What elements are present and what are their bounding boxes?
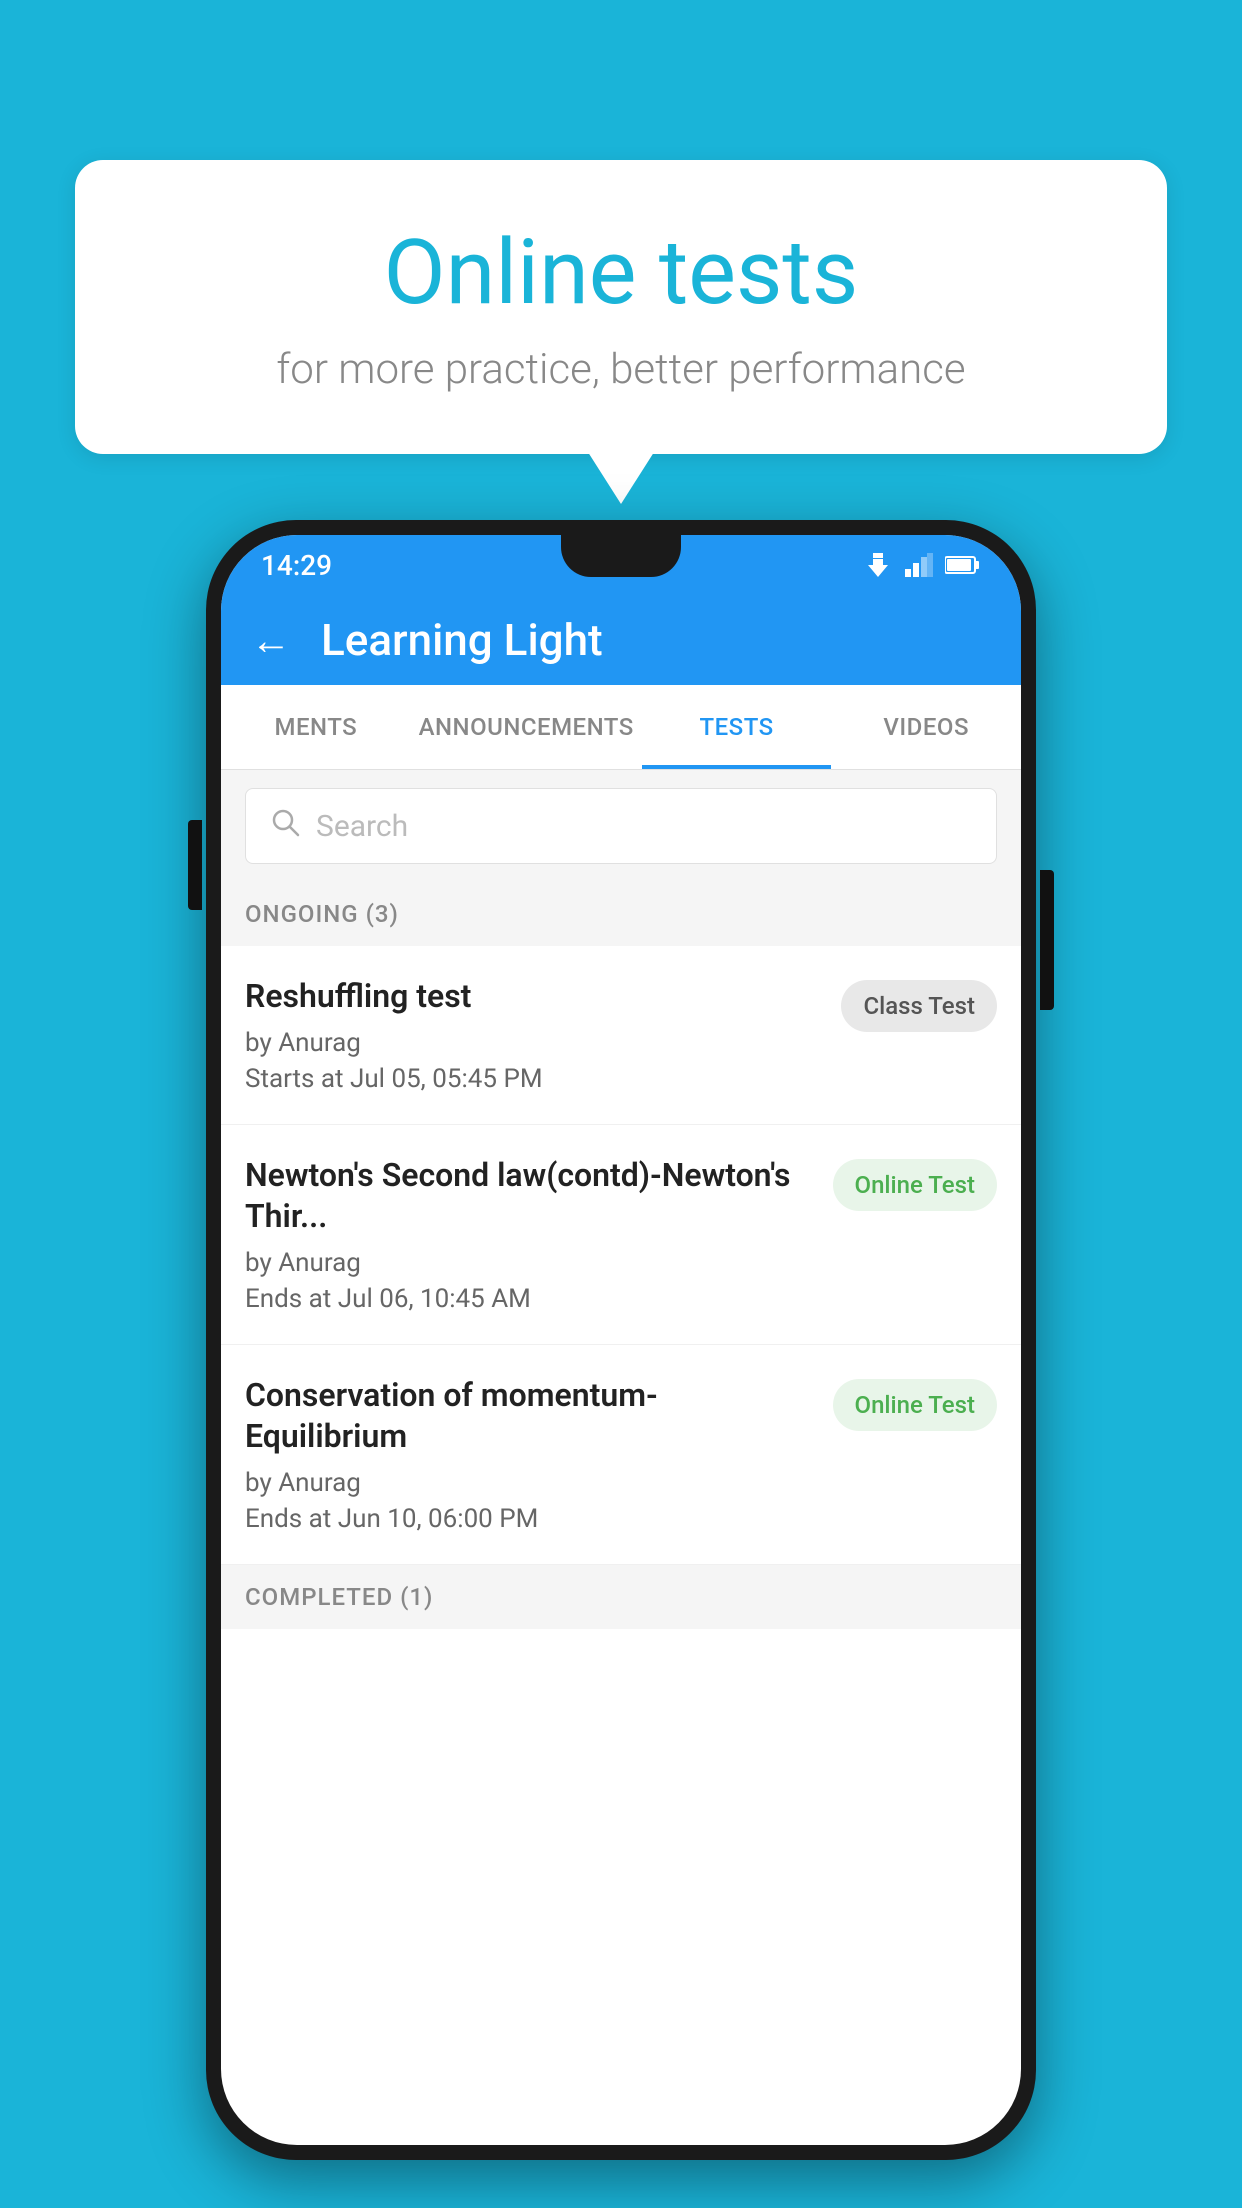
tab-ments[interactable]: MENTS <box>221 685 411 769</box>
phone-outer: 14:29 <box>206 520 1036 2160</box>
test-date: Starts at Jul 05, 05:45 PM <box>245 1064 825 1094</box>
test-author: by Anurag <box>245 1248 817 1278</box>
tabs-container: MENTS ANNOUNCEMENTS TESTS VIDEOS <box>221 685 1021 770</box>
test-item[interactable]: Reshuffling test by Anurag Starts at Jul… <box>221 946 1021 1125</box>
test-badge-class: Class Test <box>841 980 997 1032</box>
tab-tests[interactable]: TESTS <box>642 685 832 769</box>
tab-videos[interactable]: VIDEOS <box>831 685 1021 769</box>
wifi-icon <box>863 553 893 577</box>
battery-icon <box>945 555 981 575</box>
app-bar: ← Learning Light <box>221 595 1021 685</box>
completed-section: COMPLETED (1) <box>221 1565 1021 1629</box>
ongoing-section-header: ONGOING (3) <box>221 882 1021 946</box>
status-bar: 14:29 <box>221 535 1021 595</box>
bubble-title: Online tests <box>155 220 1087 325</box>
test-item[interactable]: Newton's Second law(contd)-Newton's Thir… <box>221 1125 1021 1345</box>
test-title: Newton's Second law(contd)-Newton's Thir… <box>245 1155 817 1238</box>
search-icon <box>270 807 300 845</box>
notch <box>561 535 681 577</box>
back-button[interactable]: ← <box>251 617 291 664</box>
app-bar-title: Learning Light <box>321 614 603 666</box>
test-badge-online: Online Test <box>833 1159 997 1211</box>
test-title: Conservation of momentum-Equilibrium <box>245 1375 817 1458</box>
search-box[interactable]: Search <box>245 788 997 864</box>
search-placeholder: Search <box>316 809 408 844</box>
test-badge-online-2: Online Test <box>833 1379 997 1431</box>
test-info: Newton's Second law(contd)-Newton's Thir… <box>245 1155 817 1314</box>
signal-icon <box>905 553 933 577</box>
test-author: by Anurag <box>245 1028 825 1058</box>
speech-bubble: Online tests for more practice, better p… <box>75 160 1167 454</box>
test-date: Ends at Jul 06, 10:45 AM <box>245 1284 817 1314</box>
test-author: by Anurag <box>245 1468 817 1498</box>
bubble-subtitle: for more practice, better performance <box>155 345 1087 394</box>
test-item[interactable]: Conservation of momentum-Equilibrium by … <box>221 1345 1021 1565</box>
status-icons <box>863 553 981 577</box>
test-date: Ends at Jun 10, 06:00 PM <box>245 1504 817 1534</box>
test-info: Conservation of momentum-Equilibrium by … <box>245 1375 817 1534</box>
test-list: Reshuffling test by Anurag Starts at Jul… <box>221 946 1021 1565</box>
phone-container: 14:29 <box>206 520 1036 2160</box>
completed-section-label: COMPLETED (1) <box>245 1583 433 1611</box>
test-title: Reshuffling test <box>245 976 825 1018</box>
status-time: 14:29 <box>261 549 332 582</box>
test-info: Reshuffling test by Anurag Starts at Jul… <box>245 976 825 1094</box>
phone-screen: 14:29 <box>221 535 1021 2145</box>
tab-announcements[interactable]: ANNOUNCEMENTS <box>411 685 642 769</box>
search-container: Search <box>221 770 1021 882</box>
